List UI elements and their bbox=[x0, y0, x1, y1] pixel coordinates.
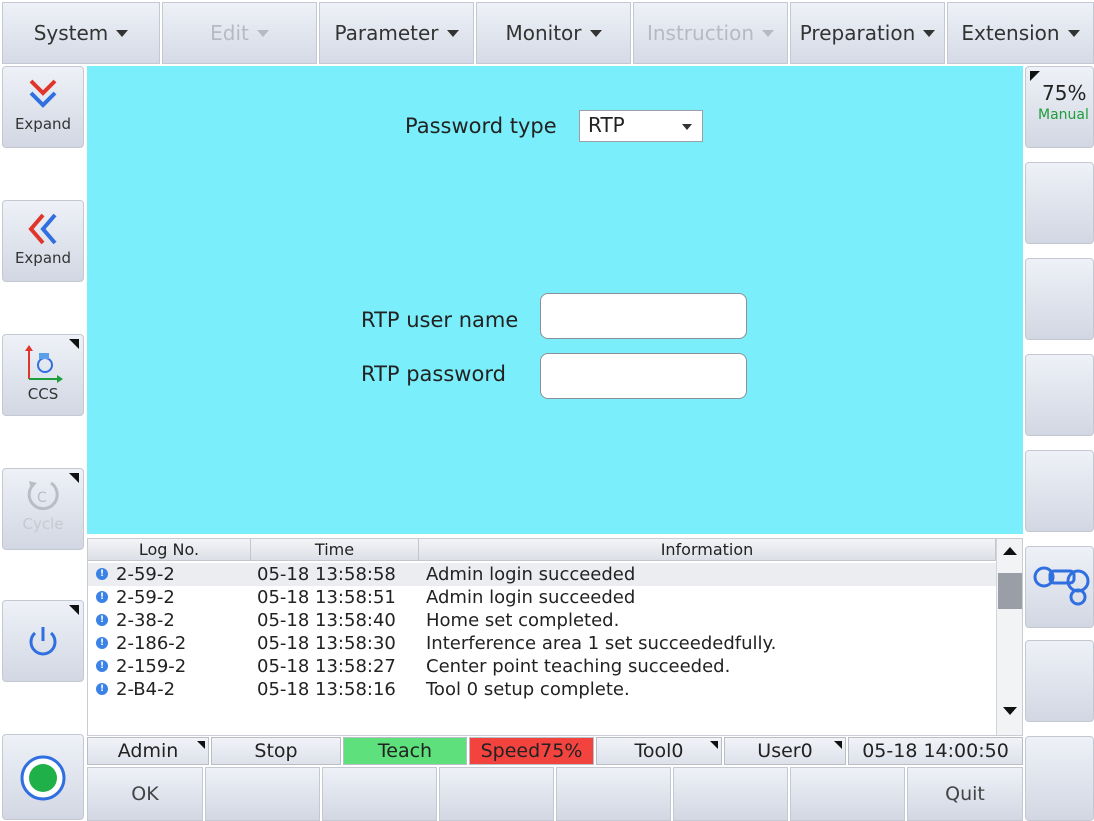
info-icon: ! bbox=[96, 683, 108, 695]
password-panel: Password type RTP RTP user name RTP pass… bbox=[87, 66, 1023, 534]
corner-indicator bbox=[69, 605, 79, 615]
corner-indicator bbox=[69, 339, 79, 349]
power-icon bbox=[29, 627, 57, 656]
corner-indicator bbox=[834, 741, 842, 749]
menu-parameter[interactable]: Parameter bbox=[319, 2, 474, 64]
log-table: Log No. Time Information ! 2-59-2 05-18 … bbox=[87, 538, 1023, 736]
menu-edit[interactable]: Edit bbox=[162, 2, 317, 64]
bottom-button-6[interactable] bbox=[673, 767, 788, 821]
chevron-down-icon bbox=[446, 29, 459, 37]
right-button-2[interactable] bbox=[1025, 162, 1094, 244]
table-row[interactable]: ! 2-186-2 05-18 13:58:30 Interference ar… bbox=[88, 632, 996, 655]
chevron-down-icon bbox=[682, 124, 692, 130]
corner-indicator bbox=[197, 741, 205, 749]
green-status-icon bbox=[20, 755, 66, 801]
info-icon: ! bbox=[96, 568, 108, 580]
table-row[interactable]: ! 2-38-2 05-18 13:58:40 Home set complet… bbox=[88, 609, 996, 632]
right-button-8[interactable] bbox=[1025, 736, 1094, 821]
status-coordinate[interactable]: User0 bbox=[724, 737, 846, 765]
corner-indicator bbox=[1030, 71, 1040, 81]
cycle-button[interactable]: C Cycle bbox=[2, 468, 84, 550]
status-mode: Teach bbox=[343, 737, 467, 765]
chevron-down-icon bbox=[256, 29, 269, 37]
table-row[interactable]: ! 2-59-2 05-18 13:58:51 Admin login succ… bbox=[88, 586, 996, 609]
right-button-3[interactable] bbox=[1025, 258, 1094, 340]
robot-arm-icon bbox=[1033, 566, 1090, 606]
right-button-4[interactable] bbox=[1025, 354, 1094, 436]
double-chevron-left-icon bbox=[28, 213, 57, 245]
column-header-log-no: Log No. bbox=[88, 539, 251, 561]
status-speed: Speed75% bbox=[469, 737, 594, 765]
table-row[interactable]: ! 2-B4-2 05-18 13:58:16 Tool 0 setup com… bbox=[88, 678, 996, 701]
bottom-button-3[interactable] bbox=[322, 767, 437, 821]
menu-instruction[interactable]: Instruction bbox=[633, 2, 788, 64]
bottom-button-4[interactable] bbox=[439, 767, 554, 821]
table-row[interactable]: ! 2-59-2 05-18 13:58:58 Admin login succ… bbox=[88, 563, 996, 586]
servo-on-button[interactable] bbox=[2, 734, 84, 820]
corner-indicator bbox=[710, 741, 718, 749]
rtp-user-name-input[interactable] bbox=[540, 293, 747, 339]
bottom-button-2[interactable] bbox=[205, 767, 320, 821]
password-type-label: Password type bbox=[405, 114, 557, 138]
right-button-7[interactable] bbox=[1025, 640, 1094, 722]
scrollbar-thumb[interactable] bbox=[998, 573, 1022, 609]
bottom-button-7[interactable] bbox=[790, 767, 905, 821]
status-datetime: 05-18 14:00:50 bbox=[848, 737, 1023, 765]
chevron-down-icon bbox=[116, 29, 129, 37]
expand-left-button[interactable]: Expand bbox=[2, 200, 84, 282]
status-tool[interactable]: Tool0 bbox=[596, 737, 722, 765]
info-icon: ! bbox=[96, 660, 108, 672]
rtp-password-label: RTP password bbox=[361, 362, 506, 386]
coordinate-system-icon bbox=[25, 345, 63, 383]
double-chevron-down-icon bbox=[29, 79, 57, 108]
menu-extension[interactable]: Extension bbox=[947, 2, 1094, 64]
ccs-button[interactable]: CCS bbox=[2, 334, 84, 416]
rtp-password-input[interactable] bbox=[540, 353, 747, 399]
scroll-up-icon[interactable] bbox=[1003, 547, 1017, 555]
power-button[interactable] bbox=[2, 600, 84, 682]
chevron-down-icon bbox=[1067, 29, 1080, 37]
expand-down-button[interactable]: Expand bbox=[2, 66, 84, 148]
bottom-button-5[interactable] bbox=[556, 767, 671, 821]
chevron-down-icon bbox=[762, 29, 775, 37]
status-run-state: Stop bbox=[211, 737, 341, 765]
info-icon: ! bbox=[96, 614, 108, 626]
ok-button[interactable]: OK bbox=[87, 767, 203, 821]
password-type-select[interactable]: RTP bbox=[579, 110, 703, 142]
quit-button[interactable]: Quit bbox=[907, 767, 1023, 821]
info-icon: ! bbox=[96, 591, 108, 603]
table-row[interactable]: ! 2-159-2 05-18 13:58:27 Center point te… bbox=[88, 655, 996, 678]
speed-mode-button[interactable]: 75% Manual bbox=[1025, 66, 1094, 148]
status-user[interactable]: Admin bbox=[87, 737, 209, 765]
scroll-down-icon[interactable] bbox=[1003, 707, 1017, 715]
right-button-5[interactable] bbox=[1025, 450, 1094, 532]
menu-preparation[interactable]: Preparation bbox=[790, 2, 945, 64]
menu-system[interactable]: System bbox=[2, 2, 160, 64]
log-scrollbar[interactable] bbox=[996, 539, 1022, 735]
robot-view-button[interactable] bbox=[1025, 546, 1094, 628]
menu-monitor[interactable]: Monitor bbox=[476, 2, 631, 64]
chevron-down-icon bbox=[923, 29, 936, 37]
svg-text:C: C bbox=[37, 490, 47, 506]
column-header-time: Time bbox=[251, 539, 419, 561]
info-icon: ! bbox=[96, 637, 108, 649]
chevron-down-icon bbox=[589, 29, 602, 37]
rtp-user-name-label: RTP user name bbox=[361, 308, 519, 332]
column-header-information: Information bbox=[419, 539, 996, 561]
corner-indicator bbox=[69, 473, 79, 483]
cycle-icon: C bbox=[27, 481, 59, 511]
